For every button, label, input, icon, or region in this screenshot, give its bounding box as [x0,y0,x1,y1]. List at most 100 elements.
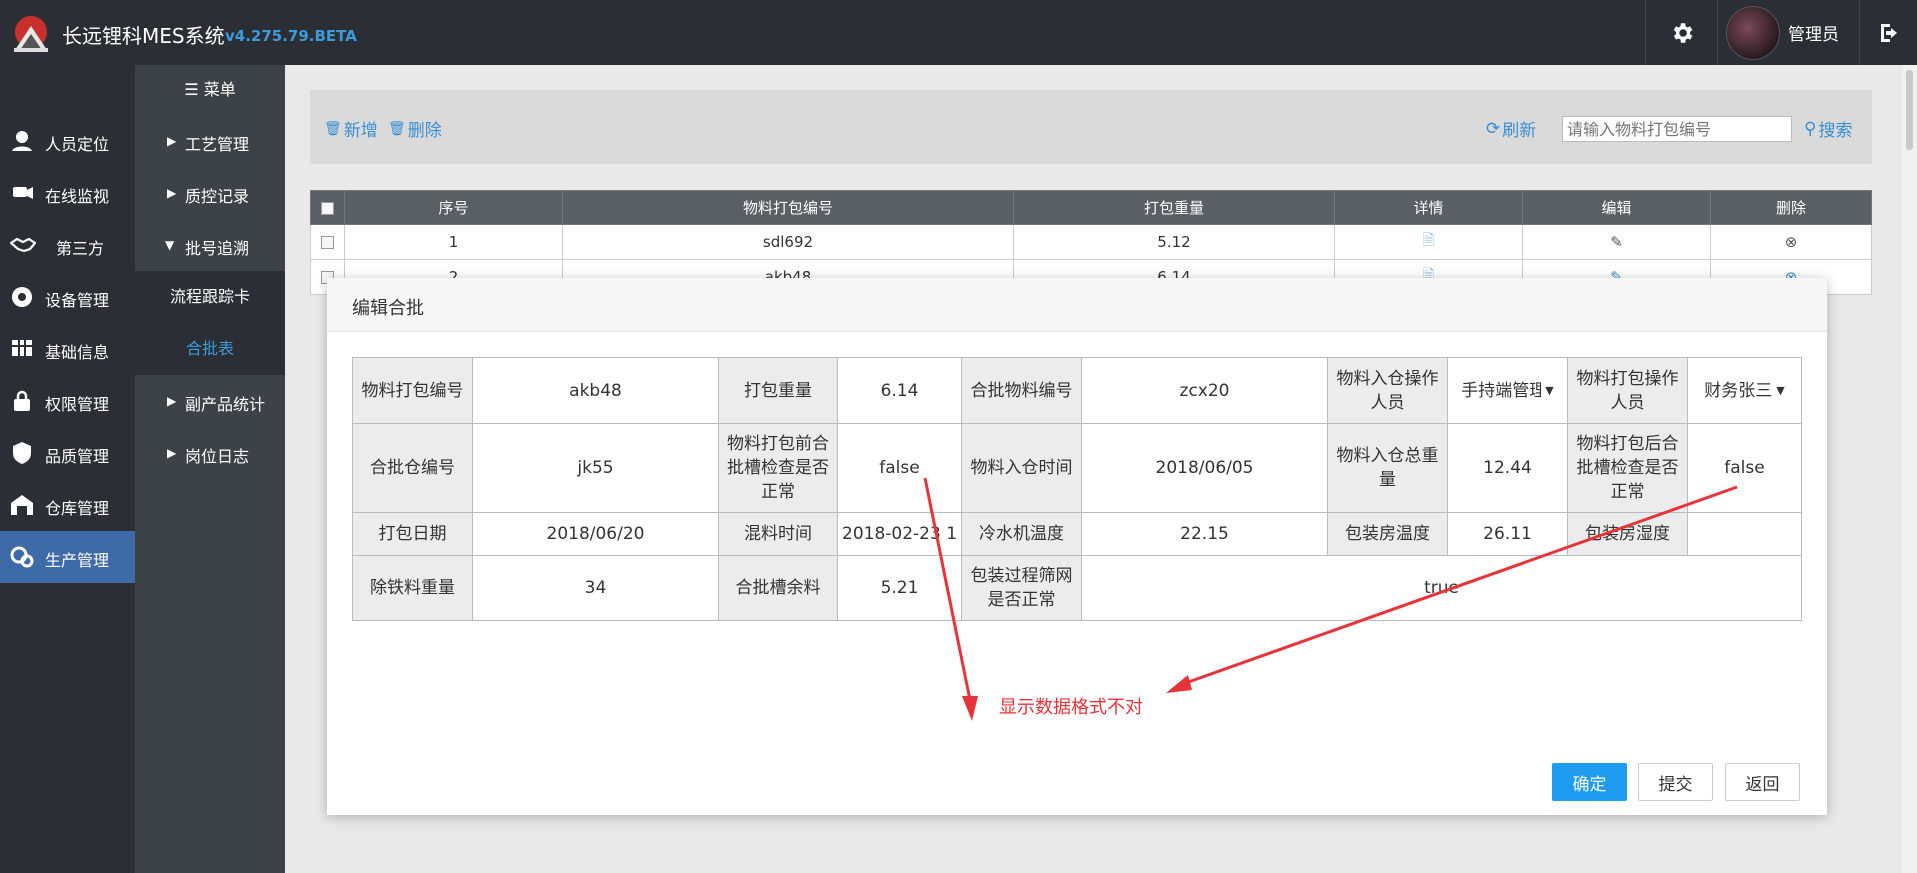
device-icon [12,287,32,307]
field-label: 物料打包前合批槽检查是否正常 [718,423,838,513]
field-label: 除铁料重量 [352,555,473,621]
field-value[interactable]: jk55 [472,423,719,513]
submenu-item-post-log[interactable]: ▶ 岗位日志 [135,427,285,479]
submenu-item-process[interactable]: ▶ 工艺管理 [135,115,285,167]
annotation-text: 显示数据格式不对 [999,697,1143,718]
sidebar-item-quality[interactable]: 品质管理 [0,427,135,479]
search-input[interactable] [1562,116,1792,142]
warehouse-operator-select[interactable]: 手持端管理 ▼ [1447,357,1569,424]
field-value[interactable]: 2018-02-23 1 [836,512,963,556]
sidebar-item-basic-info[interactable]: 基础信息 [0,323,135,375]
field-label: 物料入仓时间 [961,423,1083,513]
column-header[interactable]: 编辑 [1522,190,1711,225]
delete-icon[interactable]: ⊗ [1785,233,1798,251]
field-label: 打包日期 [352,512,473,556]
sidebar-item-permissions[interactable]: 权限管理 [0,375,135,427]
table-row: 1 sdl692 5.12 🗎 ✎ ⊗ [310,224,1872,260]
submenu-item-merge-table[interactable]: 合批表 [135,323,285,375]
table-icon [12,340,32,356]
field-label: 冷水机温度 [961,512,1083,556]
field-value[interactable]: 22.15 [1081,512,1329,556]
detail-icon[interactable]: 🗎 [1422,231,1434,249]
page-scrollbar[interactable] [1902,65,1917,873]
back-button[interactable]: 返回 [1725,763,1800,801]
sidebar-item-third-party[interactable]: 第三方 [0,219,135,271]
submenu-item-qc-records[interactable]: ▶ 质控记录 [135,167,285,219]
sidebar-item-device[interactable]: 设备管理 [0,271,135,323]
field-value[interactable]: 34 [472,555,719,621]
edit-merge-dialog: 编辑合批 物料打包编号 akb48 打包重量 6.14 合批物料编号 zcx20… [327,278,1827,815]
field-value[interactable]: 2018/06/05 [1081,423,1329,513]
grid-header: 序号 物料打包编号 打包重量 详情 编辑 删除 [310,190,1872,225]
caret-down-icon: ▼ [165,238,175,252]
user-menu[interactable]: 管理员 [1717,0,1859,65]
field-value[interactable]: 5.21 [836,555,963,621]
search-icon: ⚲ [1804,118,1817,139]
select-all-checkbox[interactable] [321,201,334,215]
trash-icon: 🗑 [324,120,342,137]
menu-toggle[interactable]: ☰ 菜单 [135,65,285,115]
column-header[interactable]: 物料打包编号 [562,190,1014,225]
form-row: 打包日期 2018/06/20 混料时间 2018-02-23 1 冷水机温度 … [352,512,1802,556]
field-value[interactable]: 6.14 [836,357,963,424]
refresh-icon: ⟳ [1486,118,1501,139]
sidebar-item-personnel-location[interactable]: 人员定位 [0,115,135,167]
edit-icon[interactable]: ✎ [1610,233,1623,251]
field-value[interactable]: akb48 [472,357,719,424]
dropdown-arrow-icon: ▼ [1545,383,1554,397]
gear-icon [1673,22,1692,43]
column-header[interactable]: 序号 [344,190,563,225]
field-value[interactable]: 2018/06/20 [472,512,719,556]
field-label: 物料入仓操作人员 [1327,357,1449,424]
dialog-title: 编辑合批 [352,298,424,319]
submenu-item-flow-card[interactable]: 流程跟踪卡 [135,271,285,323]
logo-icon [14,16,48,52]
user-name: 管理员 [1788,25,1839,45]
settings-button[interactable] [1645,0,1717,65]
delete-button[interactable]: 🗑 删除 [388,116,442,142]
field-value[interactable]: 12.44 [1447,423,1569,513]
submenu-item-byproduct[interactable]: ▶ 副产品统计 [135,375,285,427]
camera-icon [13,187,33,199]
field-value[interactable]: true [1081,555,1802,621]
column-header[interactable]: 打包重量 [1013,190,1335,225]
field-label: 合批物料编号 [961,357,1083,424]
shield-icon [13,442,31,464]
confirm-button[interactable]: 确定 [1552,763,1627,801]
refresh-button[interactable]: ⟳ 刷新 [1486,116,1536,142]
trash-icon: 🗑 [388,120,406,137]
logout-button[interactable] [1859,0,1917,65]
caret-right-icon: ▶ [167,394,177,408]
hamburger-icon: ☰ [184,80,199,99]
sidebar-item-warehouse[interactable]: 仓库管理 [0,479,135,531]
caret-right-icon: ▶ [167,134,177,148]
lock-icon [14,390,30,411]
field-value[interactable]: 26.11 [1447,512,1569,556]
field-label: 包装房温度 [1327,512,1449,556]
field-value[interactable]: false [1687,423,1802,513]
field-label: 物料打包操作人员 [1567,357,1689,424]
search-button[interactable]: ⚲ 搜索 [1804,116,1852,142]
scrollbar-thumb[interactable] [1906,70,1913,150]
field-label: 打包重量 [718,357,838,424]
submit-button[interactable]: 提交 [1638,763,1713,801]
caret-right-icon: ▶ [167,446,177,460]
field-label: 混料时间 [718,512,838,556]
sidebar-item-production[interactable]: 生产管理 [0,531,135,583]
merge-form: 物料打包编号 akb48 打包重量 6.14 合批物料编号 zcx20 物料入仓… [352,357,1802,621]
select-all-cell[interactable] [310,190,345,225]
app-version: v4.275.79.BETA [225,27,357,45]
field-value[interactable]: false [836,423,963,513]
row-checkbox[interactable] [321,236,334,249]
column-header[interactable]: 详情 [1334,190,1523,225]
column-header[interactable]: 删除 [1710,190,1872,225]
field-label: 物料打包后合批槽检查是否正常 [1567,423,1689,513]
sidebar-item-online-monitor[interactable]: 在线监视 [0,167,135,219]
toolbar: 🗑 新增 🗑 删除 ⟳ 刷新 ⚲ 搜索 [310,90,1872,164]
field-value[interactable] [1687,512,1802,556]
packing-operator-select[interactable]: 财务张三 ▼ [1687,357,1802,424]
row-code: sdl692 [562,224,1014,260]
submenu-item-batch-trace[interactable]: ▼ 批号追溯 [135,219,285,271]
add-button[interactable]: 🗑 新增 [324,116,378,142]
field-value[interactable]: zcx20 [1081,357,1329,424]
